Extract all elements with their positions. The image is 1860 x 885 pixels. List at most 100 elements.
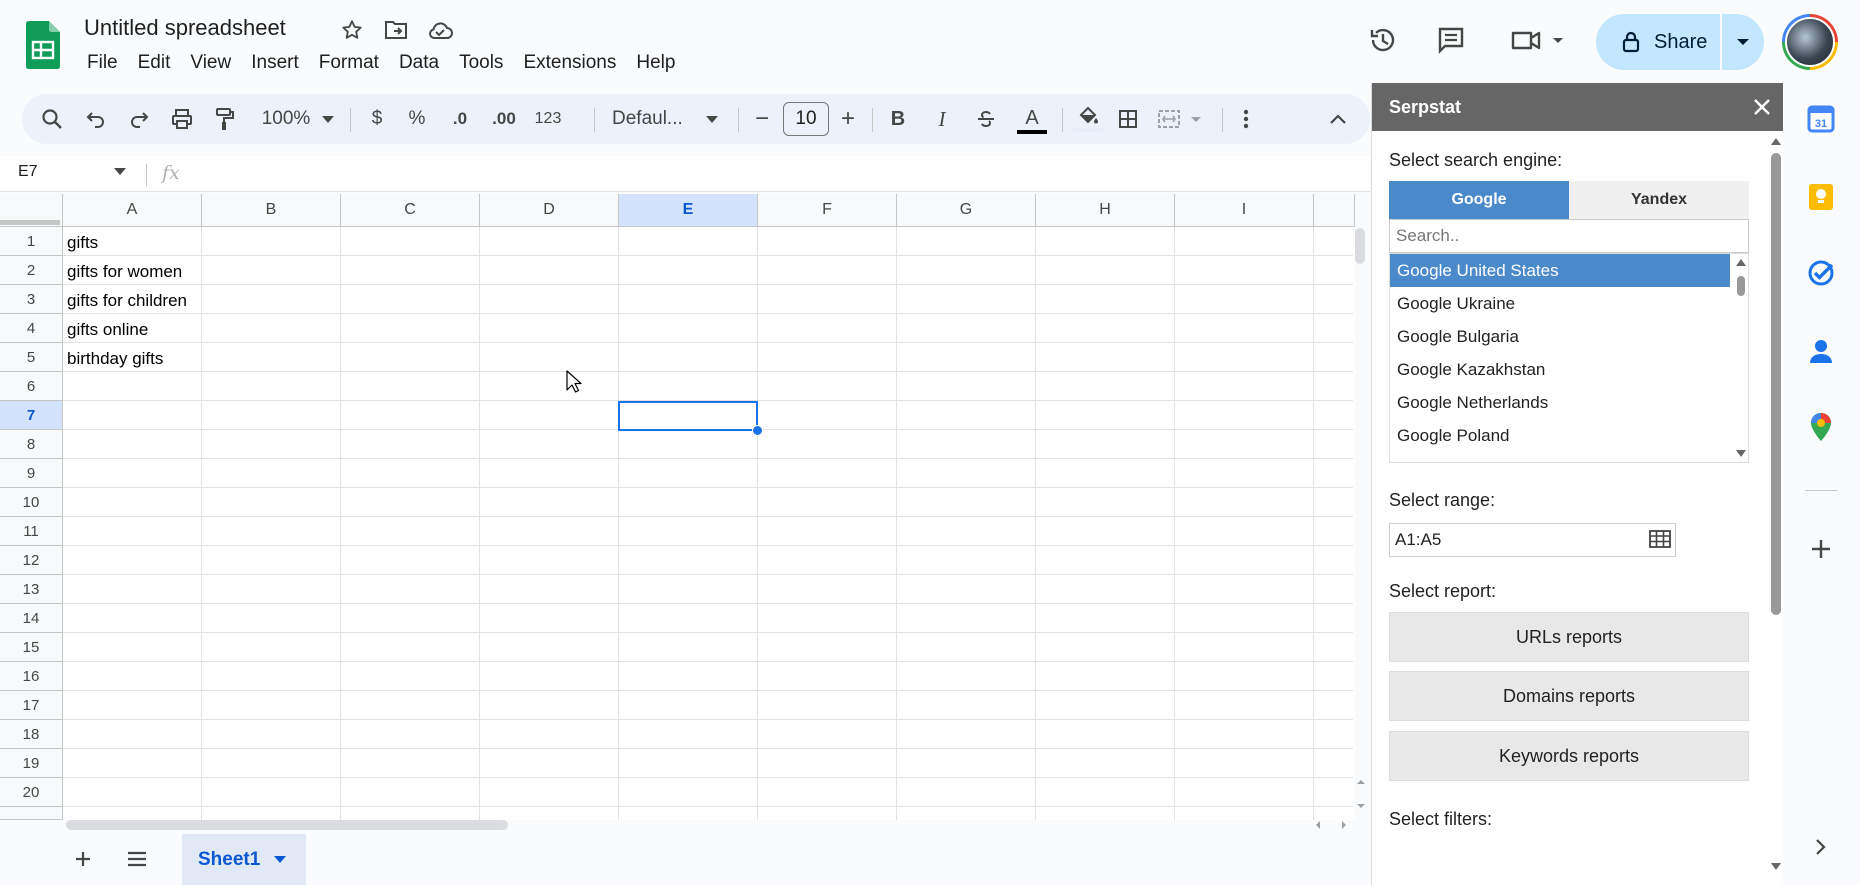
row-header[interactable]: 18	[0, 720, 63, 749]
add-sheet-icon[interactable]	[70, 846, 96, 872]
engine-tab-google[interactable]: Google	[1389, 181, 1569, 219]
font-size-input[interactable]: 10	[783, 102, 829, 136]
row-header[interactable]: 12	[0, 546, 63, 575]
menu-edit[interactable]: Edit	[128, 50, 181, 76]
strikethrough-icon[interactable]	[968, 94, 1004, 144]
avatar[interactable]	[1782, 14, 1838, 70]
name-box[interactable]: E7	[18, 163, 38, 181]
cell-a1[interactable]: gifts	[67, 233, 98, 253]
range-input[interactable]	[1389, 523, 1676, 557]
menu-insert[interactable]: Insert	[241, 50, 309, 76]
row-header[interactable]: 19	[0, 749, 63, 778]
cell-a2[interactable]: gifts for women	[67, 262, 182, 282]
chevron-down-icon[interactable]	[318, 94, 338, 144]
row-header[interactable]: 15	[0, 633, 63, 662]
column-header[interactable]: F	[758, 194, 897, 227]
font-size-decrease-button[interactable]: −	[746, 94, 778, 144]
grid-select-icon[interactable]	[1649, 529, 1671, 549]
list-item[interactable]: Google Netherlands	[1390, 386, 1730, 419]
add-addon-icon[interactable]	[1805, 533, 1837, 565]
row-header[interactable]: 8	[0, 430, 63, 459]
bold-button[interactable]: B	[880, 94, 916, 144]
selected-cell-e7[interactable]	[618, 401, 758, 431]
column-header[interactable]: A	[63, 194, 202, 227]
hscroll-arrows[interactable]	[1312, 818, 1352, 832]
calendar-icon[interactable]: 31	[1805, 103, 1837, 135]
menu-file[interactable]: File	[77, 50, 128, 76]
column-header[interactable]: I	[1175, 194, 1314, 227]
row-header[interactable]: 9	[0, 459, 63, 488]
chevron-right-icon[interactable]	[1805, 831, 1837, 863]
spreadsheet-grid[interactable]: A B C D E F G H I 1 2 3 4 5 6 7 8 9 10 1…	[0, 194, 1355, 820]
row-header[interactable]: 14	[0, 604, 63, 633]
keep-icon[interactable]	[1805, 181, 1837, 213]
list-item[interactable]: Google Bulgaria	[1390, 320, 1730, 353]
contacts-icon[interactable]	[1805, 335, 1837, 367]
row-header[interactable]: 16	[0, 662, 63, 691]
print-icon[interactable]	[166, 94, 198, 144]
row-header-selected[interactable]: 7	[0, 401, 63, 430]
font-size-increase-button[interactable]: +	[832, 94, 864, 144]
column-header[interactable]: G	[897, 194, 1036, 227]
urls-reports-button[interactable]: URLs reports	[1389, 612, 1749, 662]
comment-icon[interactable]	[1431, 20, 1471, 60]
close-icon[interactable]	[1752, 97, 1772, 117]
row-header[interactable]: 11	[0, 517, 63, 546]
list-item[interactable]: Google Kazakhstan	[1390, 353, 1730, 386]
menu-format[interactable]: Format	[309, 50, 389, 76]
search-icon[interactable]	[36, 94, 68, 144]
list-item[interactable]: Google Ukraine	[1390, 287, 1730, 320]
menu-help[interactable]: Help	[626, 50, 685, 76]
column-header[interactable]: B	[202, 194, 341, 227]
engine-tab-yandex[interactable]: Yandex	[1569, 181, 1749, 219]
keywords-reports-button[interactable]: Keywords reports	[1389, 731, 1749, 781]
tasks-icon[interactable]	[1805, 257, 1837, 289]
borders-icon[interactable]	[1110, 94, 1146, 144]
cell-a3[interactable]: gifts for children	[67, 291, 187, 311]
column-header[interactable]: C	[341, 194, 480, 227]
paint-format-icon[interactable]	[209, 94, 241, 144]
all-sheets-icon[interactable]	[124, 846, 150, 872]
percent-format-button[interactable]: %	[402, 94, 432, 144]
font-family-select[interactable]: Defaul...	[612, 94, 712, 144]
select-all-corner[interactable]	[0, 194, 63, 227]
row-header[interactable]: 20	[0, 778, 63, 807]
fill-color-icon[interactable]	[1068, 94, 1108, 144]
maps-icon[interactable]	[1805, 411, 1837, 443]
text-color-button[interactable]: A	[1012, 94, 1052, 144]
row-header[interactable]: 13	[0, 575, 63, 604]
column-header-selected[interactable]: E	[619, 194, 758, 227]
row-header[interactable]: 17	[0, 691, 63, 720]
row-header[interactable]: 2	[0, 256, 63, 285]
document-title[interactable]: Untitled spreadsheet	[84, 15, 286, 41]
row-header[interactable]: 10	[0, 488, 63, 517]
currency-format-button[interactable]: $	[362, 94, 392, 144]
domains-reports-button[interactable]: Domains reports	[1389, 671, 1749, 721]
menu-extensions[interactable]: Extensions	[513, 50, 626, 76]
undo-icon[interactable]	[80, 94, 112, 144]
panel-scrollbar[interactable]	[1768, 131, 1783, 885]
vertical-scrollbar[interactable]	[1355, 228, 1365, 264]
row-header[interactable]: 5	[0, 343, 63, 372]
chevron-down-icon[interactable]	[702, 94, 722, 144]
fill-handle[interactable]	[752, 425, 763, 436]
row-header[interactable]: 3	[0, 285, 63, 314]
list-item[interactable]: Google Poland	[1390, 419, 1730, 452]
chevron-down-icon[interactable]	[114, 168, 126, 175]
italic-button[interactable]: I	[924, 94, 960, 144]
column-header[interactable]: D	[480, 194, 619, 227]
increase-decimal-button[interactable]: .00	[484, 94, 524, 144]
horizontal-scrollbar[interactable]	[66, 820, 508, 830]
menu-tools[interactable]: Tools	[449, 50, 513, 76]
scroll-arrows[interactable]	[1355, 776, 1367, 812]
sheet-tab-active[interactable]: Sheet1	[182, 834, 306, 885]
engine-search-input[interactable]	[1389, 219, 1749, 253]
sheets-logo-icon[interactable]	[26, 21, 60, 69]
move-folder-icon[interactable]	[382, 16, 410, 44]
list-item-selected[interactable]: Google United States	[1390, 254, 1730, 287]
cell-a4[interactable]: gifts online	[67, 320, 148, 340]
cloud-saved-icon[interactable]	[426, 16, 454, 44]
more-vert-icon[interactable]	[1230, 94, 1262, 144]
menu-data[interactable]: Data	[389, 50, 449, 76]
decrease-decimal-button[interactable]: .0	[442, 94, 478, 144]
